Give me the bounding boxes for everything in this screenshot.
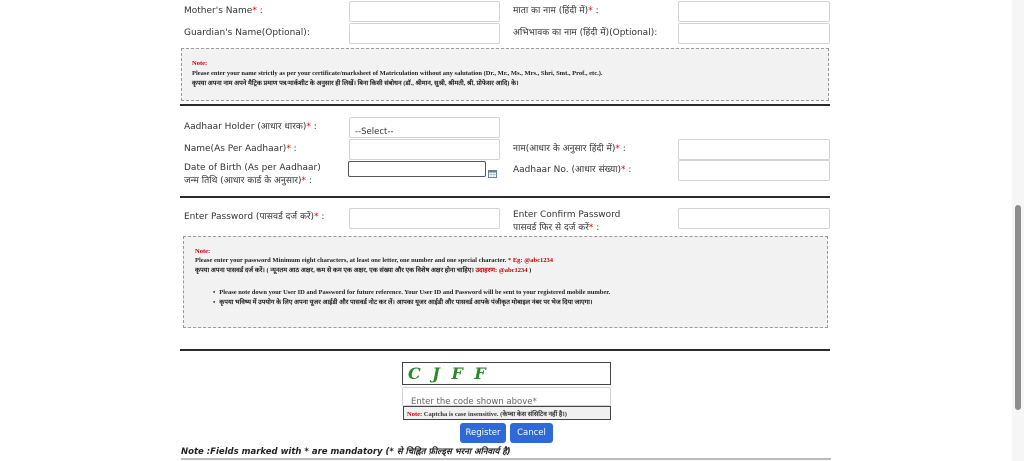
guardian-name-label: Guardian's Name(Optional): <box>184 28 310 38</box>
mother-name-input[interactable] <box>349 1 500 22</box>
confirm-password-input[interactable] <box>678 208 830 229</box>
guardian-name-hindi-label: अभिभावक का नाम (हिंदी में)(Optional): <box>513 28 658 38</box>
password-note-bullet-2: • कृपया भविष्य में उपयोग के लिए अपना यूजर… <box>213 299 593 306</box>
section-divider <box>180 349 830 351</box>
guardian-name-hindi-input[interactable] <box>678 23 830 44</box>
aadhaar-name-hindi-label: नाम(आधार के अनुसार हिंदी में)* : <box>513 144 626 154</box>
aadhaar-holder-label: Aadhaar Holder (आधार धारक)* : <box>184 122 317 132</box>
guardian-name-input[interactable] <box>349 23 500 44</box>
password-input[interactable] <box>349 208 500 229</box>
dob-label: Date of Birth (As per Aadhaar) जन्म तिथि… <box>184 163 321 186</box>
section-divider <box>180 196 830 198</box>
aadhaar-name-input[interactable] <box>349 139 500 160</box>
calendar-icon[interactable] <box>488 165 497 178</box>
cancel-button[interactable]: Cancel <box>510 423 553 443</box>
aadhaar-holder-select[interactable]: --Select-- <box>349 117 500 138</box>
mother-name-hindi-label: माता का नाम (हिंदी में)* : <box>513 6 599 16</box>
confirm-password-label: Enter Confirm Password पासवर्ड फिर से दर… <box>513 210 621 233</box>
password-note-box: Note: Please enter your password Minimum… <box>183 236 828 328</box>
section-divider <box>180 104 830 106</box>
captcha-input[interactable]: Enter the code shown above* <box>402 387 611 407</box>
password-note-bullet-1: • Please note down your User ID and Passw… <box>213 289 611 296</box>
captcha-note: Note: Captcha is case insensitive. (केप्… <box>403 406 611 420</box>
aadhaar-number-input[interactable] <box>678 160 830 181</box>
register-button[interactable]: Register <box>460 423 506 443</box>
password-note-title: Note: <box>195 248 211 255</box>
aadhaar-name-hindi-input[interactable] <box>678 139 830 160</box>
captcha-image: C J F F <box>402 362 611 385</box>
name-note-hindi: कृपया अपना नाम अपने मैट्रिक प्रमाण पत्र/… <box>192 80 519 87</box>
aadhaar-name-label: Name(As Per Aadhaar)* : <box>184 144 297 154</box>
password-label: Enter Password (पासवर्ड दर्ज करें)* : <box>184 212 325 222</box>
password-note-english: Please enter your password Minimum eight… <box>195 257 553 264</box>
footer-divider <box>181 458 831 460</box>
name-note-title: Note: <box>192 60 208 67</box>
mandatory-fields-note: Note :Fields marked with * are mandatory… <box>181 447 511 457</box>
mother-name-hindi-input[interactable] <box>678 1 830 22</box>
captcha-text: C J F F <box>408 364 489 383</box>
name-note-english: Please enter your name strictly as per y… <box>192 70 603 77</box>
aadhaar-holder-select-value: --Select-- <box>355 127 394 137</box>
aadhaar-number-label: Aadhaar No. (आधार संख्या)* : <box>513 165 632 175</box>
scrollbar-thumb[interactable] <box>1015 205 1021 410</box>
mother-name-label: Mother's Name* : <box>184 6 263 16</box>
password-note-hindi: कृपया अपना पासवर्ड दर्ज करें। ( न्यूनतम … <box>195 267 532 274</box>
name-note-box: Note: Please enter your name strictly as… <box>181 48 829 101</box>
dob-input[interactable] <box>348 161 486 177</box>
